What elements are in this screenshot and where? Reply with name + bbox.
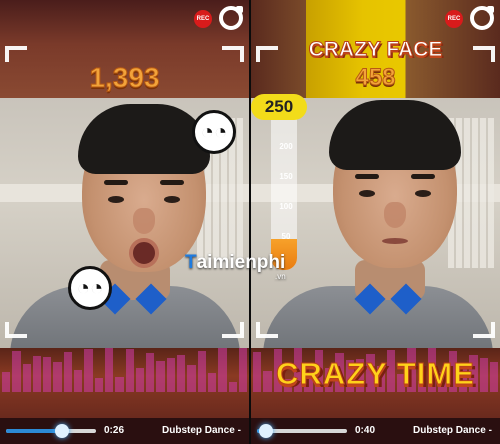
equalizer-bar [156, 360, 165, 392]
meter-tick: 150 [279, 172, 293, 181]
equalizer-bar [63, 352, 73, 392]
progress-track[interactable] [257, 424, 347, 438]
crazy-time-banner: CRAZY TIME [276, 356, 475, 392]
collar [99, 283, 167, 315]
progress-track[interactable] [6, 424, 96, 438]
left-brow [104, 180, 128, 185]
equalizer-bar [146, 352, 155, 392]
nose [133, 208, 155, 234]
meter-tick: 200 [279, 142, 293, 151]
equalizer-bar [53, 362, 62, 392]
watermark-logo: Taimienphi .vn [185, 252, 315, 281]
equalizer-bar [84, 348, 93, 392]
equalizer-bar [74, 369, 83, 392]
rec-label: REC [447, 16, 461, 22]
shocked-emoji-icon: ◔◔ [68, 266, 112, 310]
camera-view: ◔◔ ◔◔ [0, 98, 249, 348]
left-brow [355, 174, 379, 179]
right-eye [415, 190, 431, 197]
equalizer-bar [22, 364, 31, 392]
frame-corner [256, 322, 278, 338]
frame-corner [5, 46, 27, 62]
crazy-meter: 200 150 100 50 250 [251, 94, 307, 270]
watermark-text: Taimienphi [185, 252, 315, 274]
hair [329, 100, 461, 170]
bottom-gradient-band [0, 348, 249, 418]
equalizer-bar [94, 378, 103, 392]
score-value: 458 [355, 64, 396, 92]
right-eye [164, 196, 180, 203]
face [329, 100, 461, 268]
equalizer-bar [187, 365, 196, 392]
frame-corner [5, 322, 27, 338]
meter-tick: 50 [281, 232, 291, 241]
music-player-bar: 0:26 Dubstep Dance - [0, 418, 249, 444]
rec-icon[interactable]: REC [194, 10, 212, 28]
meter-value-bubble: 250 [251, 94, 307, 120]
meter-tick: 100 [279, 202, 293, 211]
collar [354, 283, 422, 315]
mode-title: CRAZY FACE [308, 38, 443, 62]
camera-switch-icon[interactable] [470, 6, 494, 30]
playback-time: 0:26 [104, 425, 125, 436]
equalizer-bar [12, 351, 21, 392]
equalizer-bar [32, 355, 42, 392]
watermark-initial: T [185, 252, 197, 273]
rec-icon[interactable]: REC [445, 10, 463, 28]
right-brow [411, 174, 435, 179]
progress-fill [6, 429, 62, 433]
equalizer-bar [135, 368, 145, 392]
emoji-glyph: ◔◔ [200, 119, 228, 144]
equalizer-bar [125, 349, 134, 392]
equalizer-bar [2, 371, 11, 392]
watermark-domain: .vn [275, 272, 286, 281]
face [78, 104, 210, 272]
frame-corner [222, 322, 244, 338]
closed-mouth [382, 238, 408, 244]
equalizer-bar [104, 348, 114, 392]
frame-corner [473, 322, 495, 338]
slider-thumb[interactable] [259, 424, 273, 438]
music-player-bar: 0:40 Dubstep Dance - [251, 418, 500, 444]
equalizer-bar [207, 373, 217, 392]
equalizer-bar [218, 348, 227, 392]
emoji-glyph: ◔◔ [76, 275, 104, 300]
equalizer-bars [0, 344, 249, 392]
hair [78, 104, 210, 174]
score-value: 1,393 [89, 62, 160, 94]
right-brow [160, 180, 184, 185]
slider-thumb[interactable] [54, 424, 69, 438]
nose [384, 202, 406, 228]
open-mouth [129, 238, 159, 268]
equalizer-bar [228, 381, 237, 392]
playback-time: 0:40 [355, 425, 376, 436]
equalizer-bar [115, 376, 124, 392]
equalizer-bar [177, 354, 186, 392]
left-eye [359, 190, 375, 197]
equalizer-bar [238, 348, 248, 392]
frame-corner [222, 46, 244, 62]
equalizer-bar [197, 350, 206, 392]
watermark-name: aimienphi [196, 252, 286, 273]
shocked-emoji-icon: ◔◔ [192, 110, 236, 154]
rec-label: REC [196, 16, 210, 22]
left-eye [108, 196, 124, 203]
song-title: Dubstep Dance - [162, 425, 241, 436]
song-title: Dubstep Dance - [413, 425, 492, 436]
left-game-panel: ◔◔ ◔◔ 1,393 REC 0:26 Dubstep Dance - [0, 0, 249, 444]
camera-switch-icon[interactable] [219, 6, 243, 30]
equalizer-bar [43, 357, 52, 392]
right-game-panel: CRAZY FACE 458 200 150 100 50 250 CRAZY … [251, 0, 500, 444]
equalizer-bar [166, 358, 176, 392]
